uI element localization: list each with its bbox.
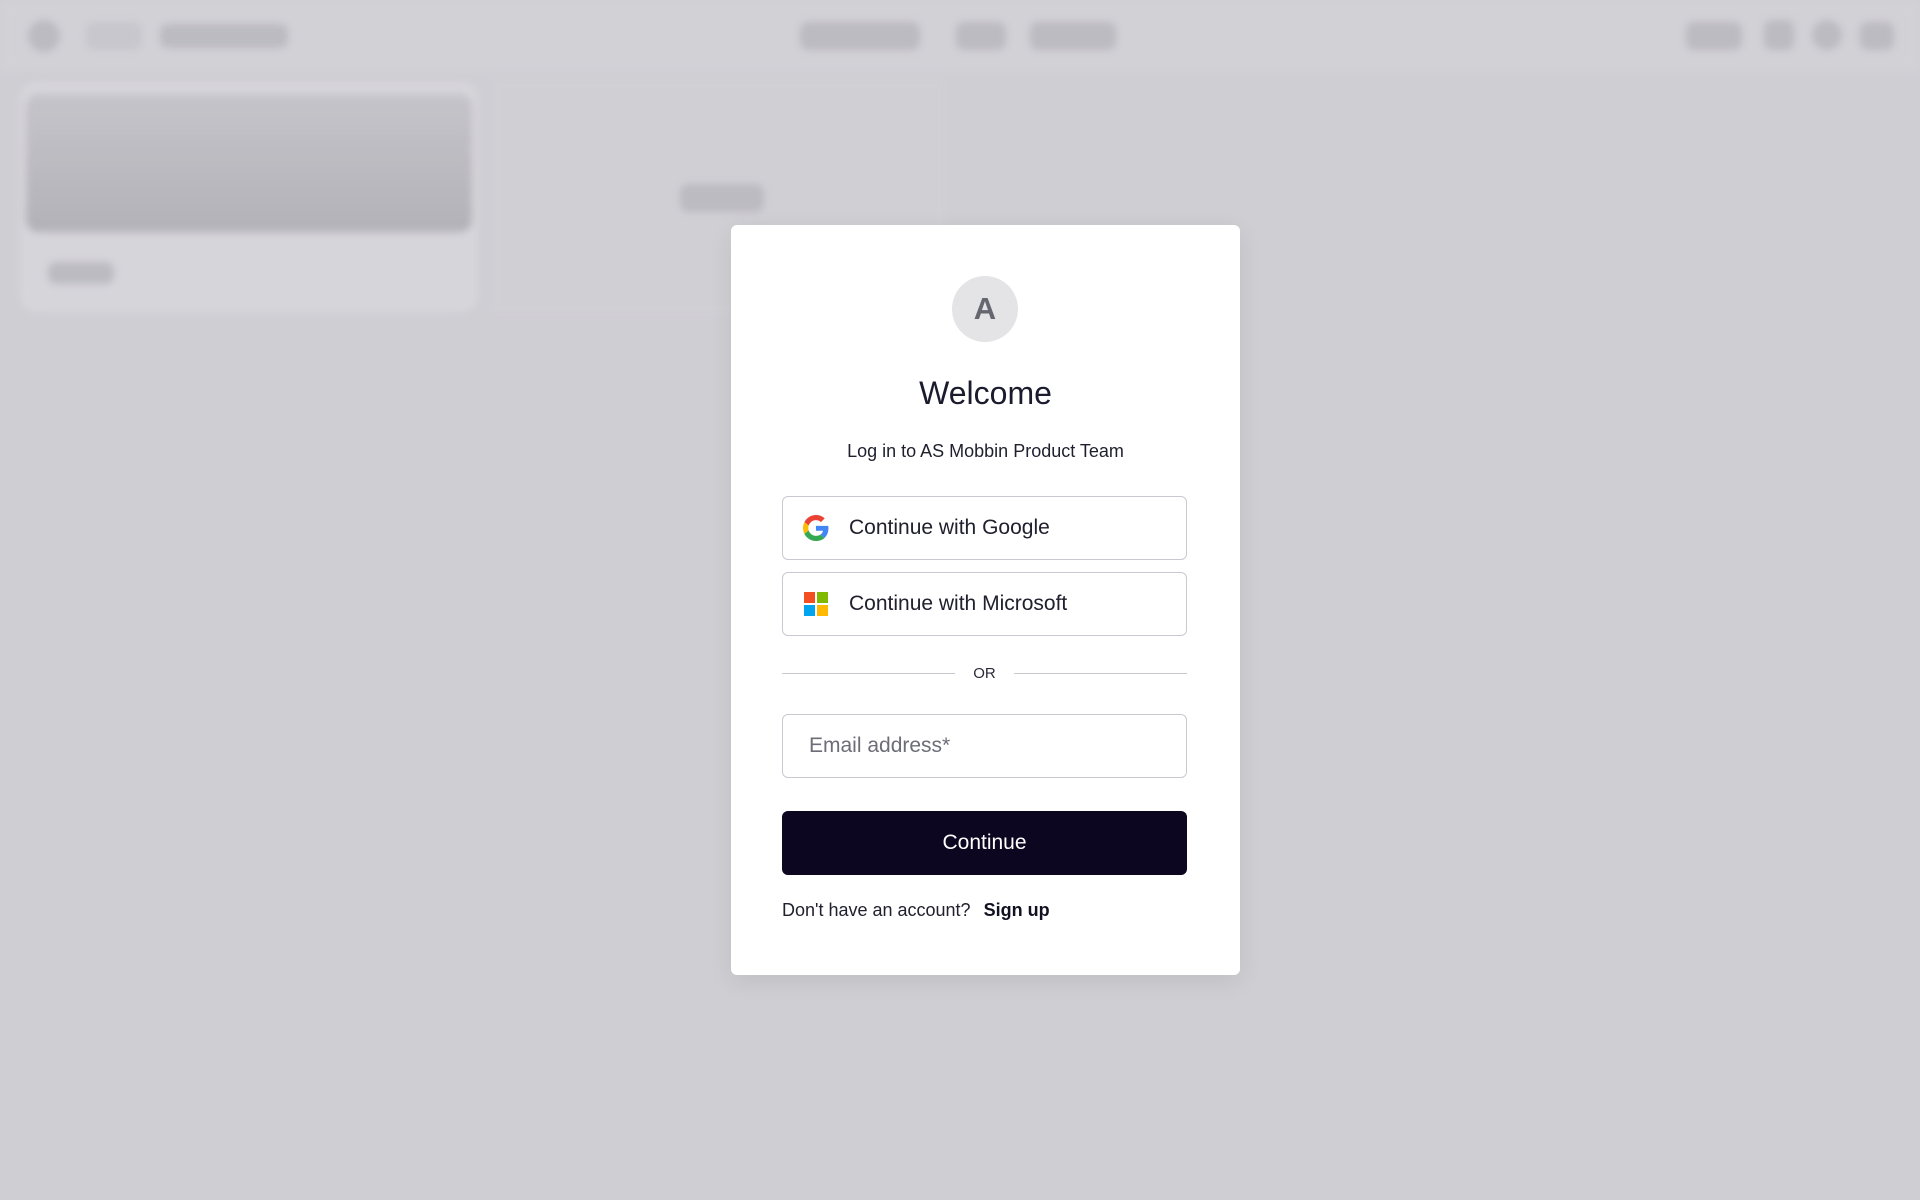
login-modal: A Welcome Log in to AS Mobbin Product Te… [731, 225, 1240, 975]
divider-text: OR [973, 664, 996, 682]
background-tab [956, 22, 1006, 50]
background-card-preview [26, 94, 472, 232]
background-icon [1764, 20, 1794, 50]
divider-line [1013, 672, 1187, 674]
microsoft-icon [803, 591, 829, 617]
background-card-label [48, 262, 114, 284]
background-panel-button [680, 184, 764, 212]
continue-with-google-button[interactable]: Continue with Google [782, 496, 1187, 560]
signup-link[interactable]: Sign up [984, 900, 1050, 920]
modal-title: Welcome [919, 375, 1052, 411]
google-button-label: Continue with Google [849, 516, 1050, 539]
email-field[interactable] [782, 714, 1187, 778]
or-divider: OR [782, 663, 1187, 683]
signup-prompt: Don't have an account? Sign up [782, 900, 1050, 921]
divider-line [782, 672, 956, 674]
menu-icon [28, 20, 60, 52]
modal-subtitle: Log in to AS Mobbin Product Team [847, 441, 1124, 461]
background-share [1686, 22, 1742, 50]
org-avatar: A [952, 276, 1018, 342]
background-tab [800, 22, 920, 50]
background-topbar [0, 0, 1920, 72]
google-icon [803, 515, 829, 541]
continue-button[interactable]: Continue [782, 811, 1187, 875]
background-app-title [160, 24, 288, 48]
microsoft-button-label: Continue with Microsoft [849, 592, 1068, 615]
background-tab [1030, 22, 1116, 50]
background-icon [1860, 22, 1894, 50]
back-forward-icon [86, 22, 142, 50]
continue-with-microsoft-button[interactable]: Continue with Microsoft [782, 572, 1187, 636]
background-icon [1812, 20, 1842, 50]
signup-prompt-text: Don't have an account? [782, 900, 971, 920]
